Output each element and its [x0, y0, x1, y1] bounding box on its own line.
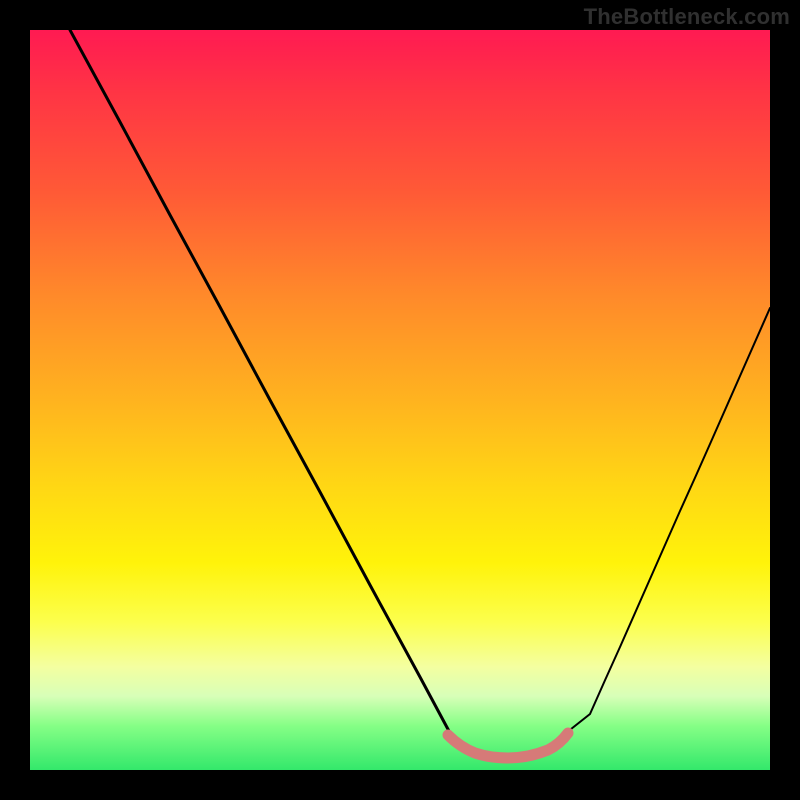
curve-overlay [30, 30, 770, 770]
valley-floor-highlight [448, 733, 568, 758]
chart-frame: TheBottleneck.com [0, 0, 800, 800]
curve-left-branch [70, 30, 450, 733]
curve-right-branch [566, 308, 770, 733]
plot-area [30, 30, 770, 770]
watermark-text: TheBottleneck.com [584, 4, 790, 30]
